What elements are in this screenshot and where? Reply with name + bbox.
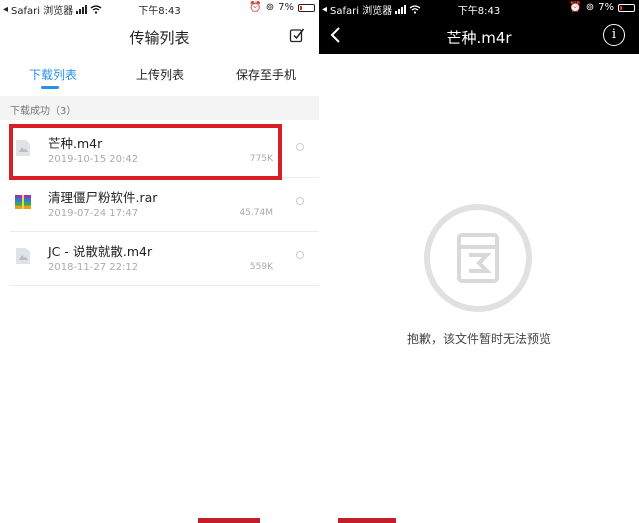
file-name: 清理僵尸粉软件.rar — [48, 190, 158, 205]
transfer-list-screen: ◂ Safari 浏览器 下午8:43 ⏰ ⊚ 7% 传输列表 下载列表 上传列… — [0, 0, 319, 523]
select-radio[interactable] — [296, 143, 304, 151]
select-radio[interactable] — [296, 251, 304, 259]
tab-save-to-phone[interactable]: 保存至手机 — [236, 66, 296, 83]
no-preview-document-icon — [424, 204, 532, 312]
bottom-marker-left — [198, 518, 260, 523]
file-size: 45.74M — [239, 208, 273, 218]
file-date: 2019-07-24 17:47 — [48, 208, 139, 219]
section-header: 下载成功（3） — [0, 96, 319, 120]
battery-percent: 7% — [278, 2, 294, 13]
row-divider — [10, 285, 319, 286]
status-bar: ◂ Safari 浏览器 下午8:43 ⏰ ⊚ 7% — [319, 0, 639, 17]
no-preview-message: 抱歉，该文件暂时无法预览 — [406, 332, 551, 346]
page-title: 传输列表 — [129, 29, 190, 47]
file-size: 559K — [249, 262, 273, 272]
select-edit-icon[interactable] — [289, 27, 305, 43]
tab-download-list[interactable]: 下载列表 — [29, 66, 77, 83]
status-right: ⏰ ⊚ 7% — [569, 2, 635, 13]
active-tab-indicator — [41, 86, 59, 89]
status-bar: ◂ Safari 浏览器 下午8:43 ⏰ ⊚ 7% — [0, 0, 319, 17]
battery-icon — [298, 3, 315, 12]
bottom-marker-right — [338, 518, 396, 523]
preview-header: ◂ Safari 浏览器 下午8:43 ⏰ ⊚ 7% 芒种.m4r i — [319, 0, 639, 54]
battery-icon — [618, 3, 635, 12]
select-radio[interactable] — [296, 197, 304, 205]
preview-title: 芒种.m4r — [446, 29, 512, 47]
status-right: ⏰ ⊚ 7% — [249, 2, 315, 13]
file-row[interactable]: 清理僵尸粉软件.rar 2019-07-24 17:47 45.74M — [0, 178, 319, 232]
highlight-box — [9, 124, 282, 180]
audio-file-icon — [16, 248, 30, 264]
info-icon[interactable]: i — [603, 24, 625, 46]
tab-upload-list[interactable]: 上传列表 — [136, 66, 184, 83]
file-name: JC - 说散就散.m4r — [48, 244, 153, 259]
transfer-tabs: 下载列表 上传列表 保存至手机 — [0, 66, 319, 92]
rotation-lock-icon: ⊚ — [265, 2, 275, 13]
file-row[interactable]: JC - 说散就散.m4r 2018-11-27 22:12 559K — [0, 232, 319, 286]
alarm-icon: ⏰ — [569, 2, 582, 13]
rotation-lock-icon: ⊚ — [585, 2, 595, 13]
battery-percent: 7% — [598, 2, 614, 13]
file-date: 2018-11-27 22:12 — [48, 262, 139, 273]
file-preview-screen: ◂ Safari 浏览器 下午8:43 ⏰ ⊚ 7% 芒种.m4r i 抱歉，该… — [319, 0, 639, 523]
archive-file-icon — [15, 195, 31, 209]
alarm-icon: ⏰ — [249, 2, 262, 13]
